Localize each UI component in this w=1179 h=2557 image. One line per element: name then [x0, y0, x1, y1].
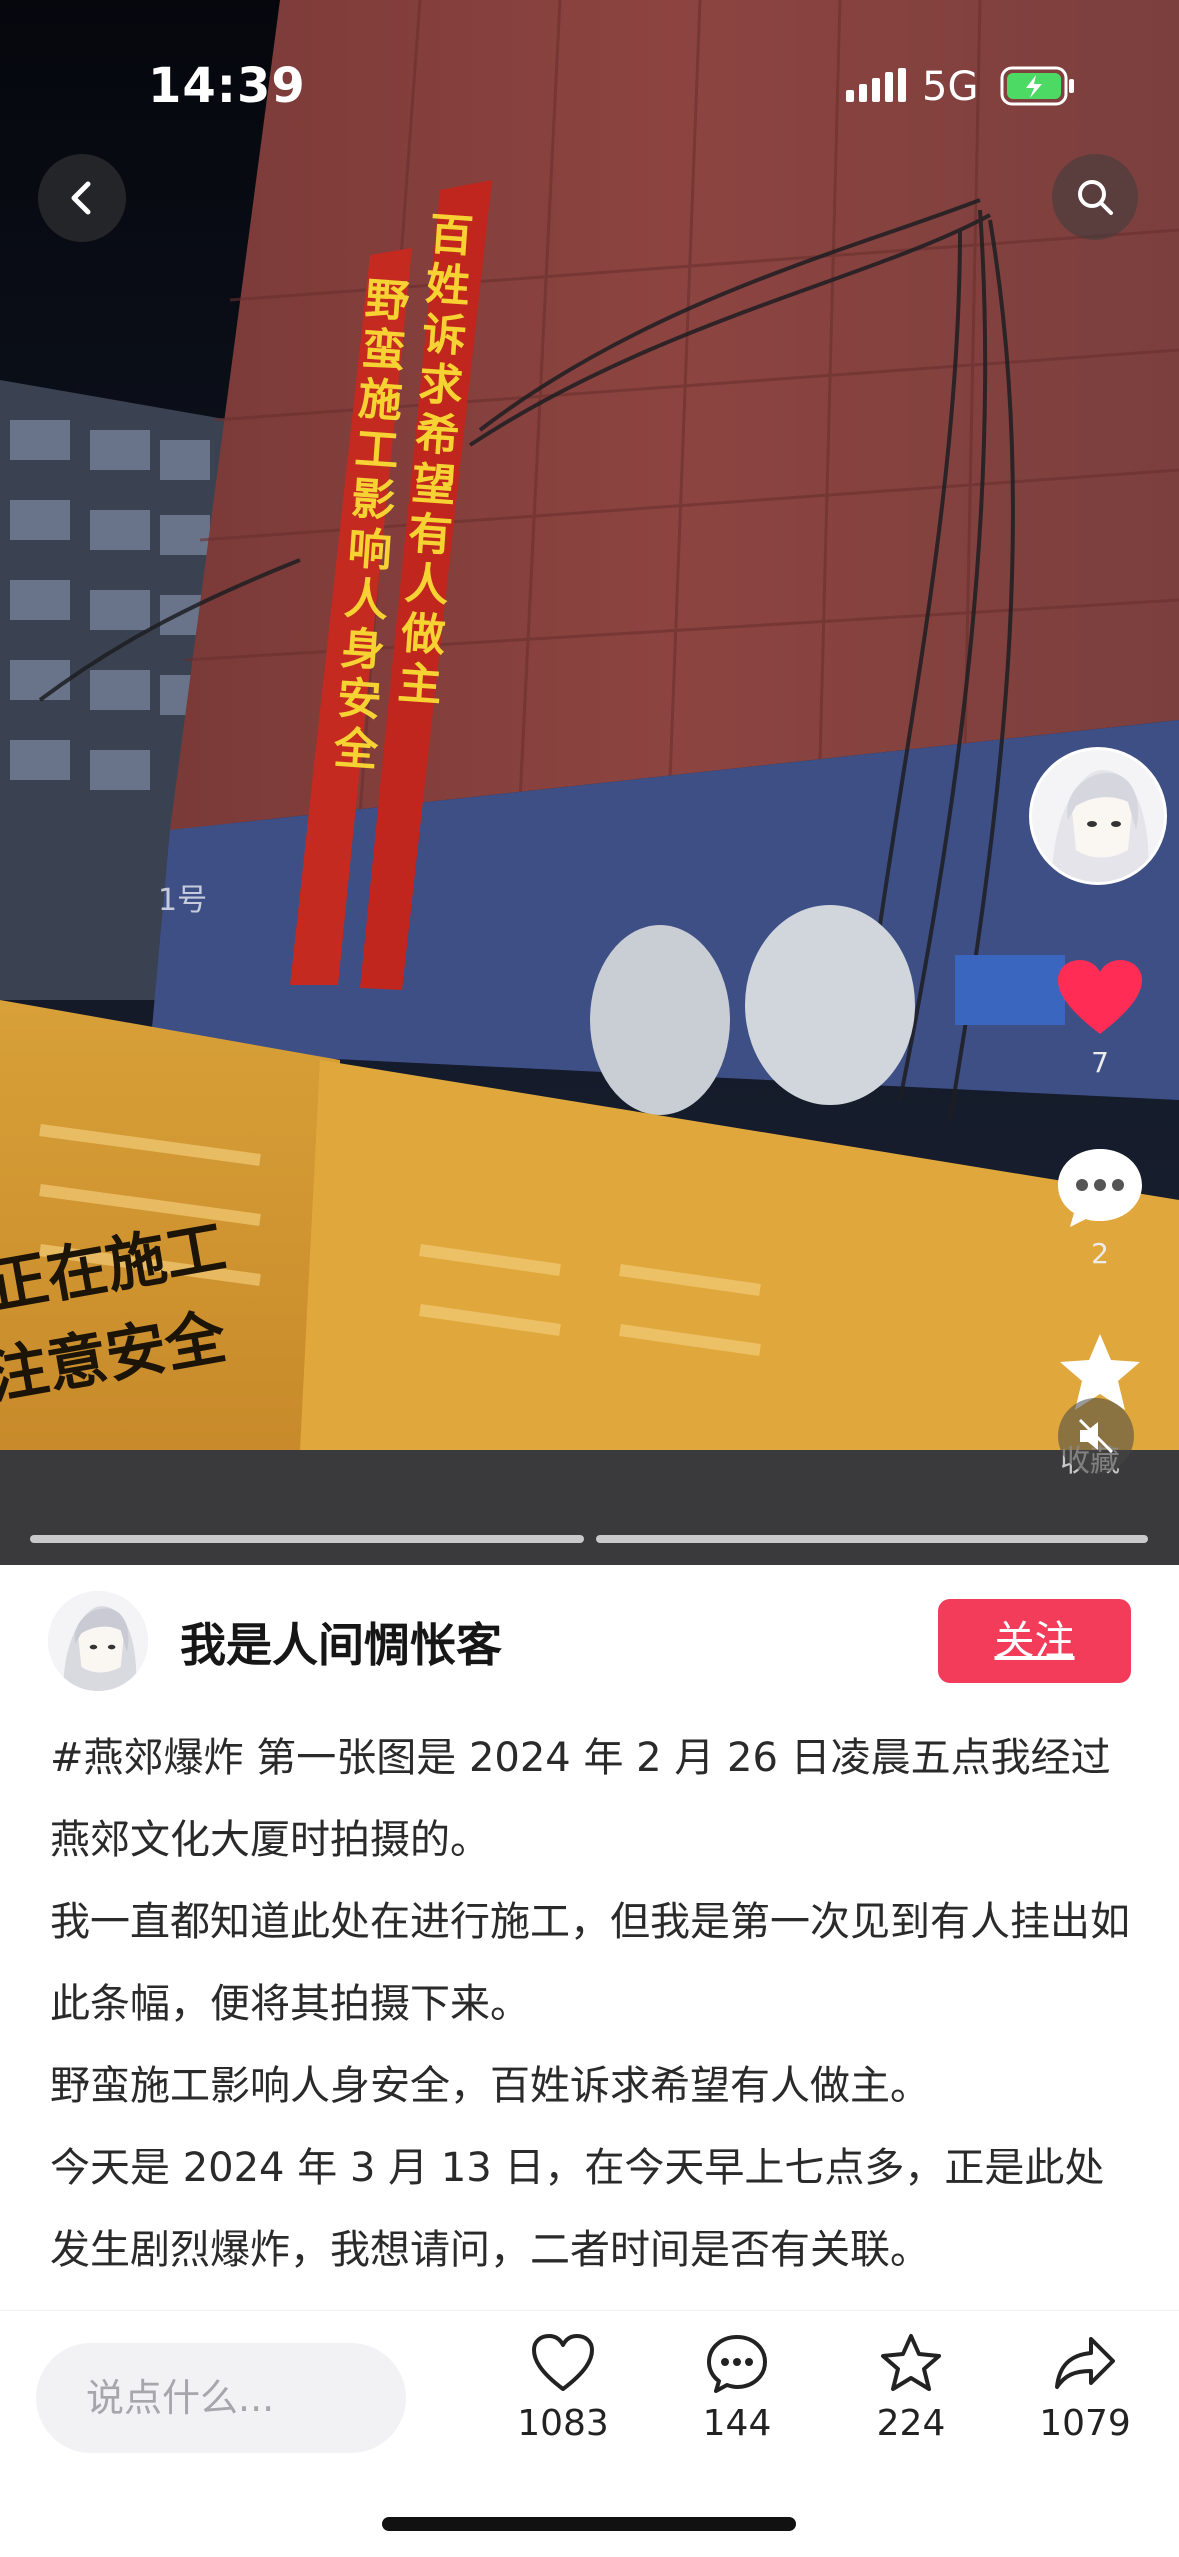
progress-segment-2[interactable] — [596, 1535, 1148, 1543]
author-row: 我是人间惆怅客 关注 — [0, 1565, 1179, 1705]
back-icon — [71, 181, 91, 215]
favorite-button[interactable]: 224 — [836, 2333, 986, 2444]
progress-segment-1[interactable] — [30, 1535, 584, 1543]
comment-count: 144 — [702, 2403, 772, 2444]
avatar-image — [1032, 750, 1164, 882]
star-icon — [881, 2334, 941, 2391]
side-comment-count: 2 — [1091, 1237, 1109, 1270]
comment-icon — [707, 2335, 767, 2393]
caption-paragraph: #燕郊爆炸 第一张图是 2024 年 2 月 26 日凌晨五点我经过燕郊文化大厦… — [50, 1735, 1111, 1863]
favorite-count: 224 — [876, 2403, 946, 2444]
side-like-count: 7 — [1091, 1046, 1109, 1079]
author-avatar-side[interactable] — [1032, 750, 1164, 882]
like-button[interactable]: 1083 — [488, 2333, 638, 2444]
follow-button[interactable]: 关注 — [938, 1599, 1131, 1683]
post-photo[interactable]: 百姓诉求希望有人做主 野蛮施工影响人身安全 1号 正在施工 注意安全 — [0, 0, 1179, 1450]
author-name[interactable]: 我是人间惆怅客 — [180, 1609, 502, 1675]
side-like-button[interactable]: 7 — [1040, 958, 1160, 1079]
comment-icon — [1058, 1149, 1142, 1227]
avatar-image — [48, 1591, 148, 1691]
share-icon — [1055, 2337, 1115, 2389]
home-indicator — [382, 2517, 796, 2531]
heart-icon — [1058, 960, 1142, 1034]
share-count: 1079 — [1039, 2403, 1131, 2444]
search-button[interactable] — [1052, 154, 1138, 240]
share-button[interactable]: 1079 — [1010, 2333, 1160, 2444]
status-time: 14:39 — [148, 58, 306, 114]
heart-icon — [532, 2334, 594, 2391]
like-count: 1083 — [517, 2403, 609, 2444]
caption-paragraph: 今天是 2024 年 3 月 13 日，在今天早上七点多，正是此处发生剧烈爆炸，… — [50, 2145, 1105, 2273]
caption-paragraph: 我一直都知道此处在进行施工，但我是第一次见到有人挂出如此条幅，便将其拍摄下来。 — [50, 1899, 1130, 2027]
comment-button[interactable]: 144 — [662, 2333, 812, 2444]
post-caption: #燕郊爆炸 第一张图是 2024 年 2 月 26 日凌晨五点我经过燕郊文化大厦… — [50, 1717, 1140, 2373]
back-button[interactable] — [38, 154, 126, 242]
building-number: 1号 — [158, 883, 208, 918]
comment-input[interactable] — [36, 2343, 406, 2453]
caption-paragraph: 野蛮施工影响人身安全，百姓诉求希望有人做主。 — [50, 2063, 930, 2109]
mute-icon — [1078, 1418, 1114, 1454]
author-avatar[interactable] — [48, 1591, 148, 1691]
network-type: 5G — [922, 64, 979, 110]
signal-icon — [846, 68, 906, 102]
video-bottom-band — [0, 1450, 1179, 1565]
battery-icon — [1000, 66, 1074, 106]
mute-button[interactable] — [1058, 1398, 1134, 1474]
search-icon — [1078, 180, 1113, 215]
side-comment-button[interactable]: 2 — [1040, 1145, 1160, 1270]
